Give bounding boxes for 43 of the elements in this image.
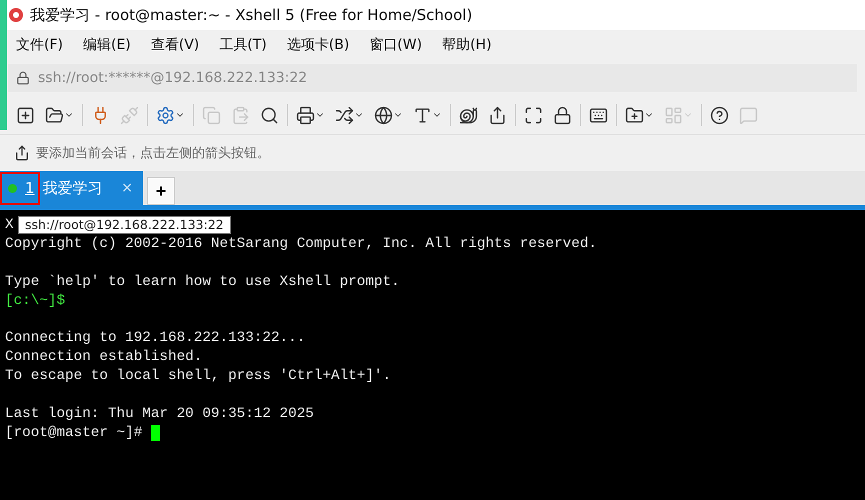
- fullscreen-icon[interactable]: [524, 106, 543, 124]
- lock-icon: [16, 71, 30, 85]
- menu-item[interactable]: 选项卡(B): [286, 36, 350, 54]
- menu-item[interactable]: 窗口(W): [369, 36, 422, 54]
- share-icon[interactable]: [488, 106, 507, 124]
- terminal-line: Copyright (c) 2002-2016 NetSarang Computer, Inc. All rights reserved.: [5, 234, 597, 254]
- session-tab[interactable]: 1 我爱学习 ×: [0, 171, 143, 205]
- search-icon[interactable]: [260, 106, 279, 124]
- folder-icon[interactable]: [45, 106, 64, 124]
- terminal-line: [root@master ~]#: [5, 424, 144, 443]
- help-icon[interactable]: [710, 106, 729, 124]
- arrow-icon[interactable]: [14, 145, 30, 161]
- terminal-line: [c:\~]$: [5, 292, 66, 310]
- app-logo-icon: [8, 7, 24, 23]
- folder-plus-icon[interactable]: [625, 106, 644, 124]
- new-tab-button[interactable]: +: [147, 177, 175, 205]
- terminal-line: X: [5, 216, 14, 235]
- terminal-line: Connecting to 192.168.222.133:22...: [5, 329, 306, 348]
- settings-icon[interactable]: [156, 106, 175, 124]
- keyboard-icon[interactable]: [589, 106, 608, 124]
- hint-text: 要添加当前会话，点击左侧的箭头按钮。: [36, 145, 270, 162]
- tab-number: 1: [25, 179, 35, 197]
- shuffle-icon[interactable]: [335, 106, 354, 124]
- lock-icon[interactable]: [553, 106, 572, 124]
- menu-item[interactable]: 帮助(H): [442, 36, 492, 54]
- terminal-line: Connection established.: [5, 348, 202, 368]
- tooltip: ssh://root@192.168.222.133:22: [18, 216, 231, 234]
- cursor: [150, 425, 160, 442]
- terminal-line: Last login: Thu Mar 20 09:35:12 2025: [5, 404, 314, 424]
- menu-item[interactable]: 查看(V): [150, 36, 200, 54]
- highlight-frame: [0, 172, 40, 205]
- menu-item[interactable]: 编辑(E): [82, 36, 131, 54]
- menu-item[interactable]: 文件(F): [16, 36, 63, 54]
- tab-label: 我爱学习: [42, 178, 104, 198]
- menu-item[interactable]: 工具(T): [219, 36, 267, 54]
- address-text: ssh://root:******@192.168.222.133:22: [38, 70, 308, 86]
- terminal-line: To escape to local shell, press 'Ctrl+Alt+]'.: [5, 367, 392, 386]
- window-title: 我爱学习 - root@master:~ - Xshell 5 (Free for Home/School): [30, 6, 472, 24]
- globe-icon[interactable]: [374, 106, 393, 124]
- window-plus-icon[interactable]: [16, 106, 35, 124]
- font-icon[interactable]: [413, 106, 432, 124]
- terminal-line: Type `help' to learn how to use Xshell prompt.: [5, 272, 400, 292]
- printer-icon[interactable]: [296, 106, 315, 124]
